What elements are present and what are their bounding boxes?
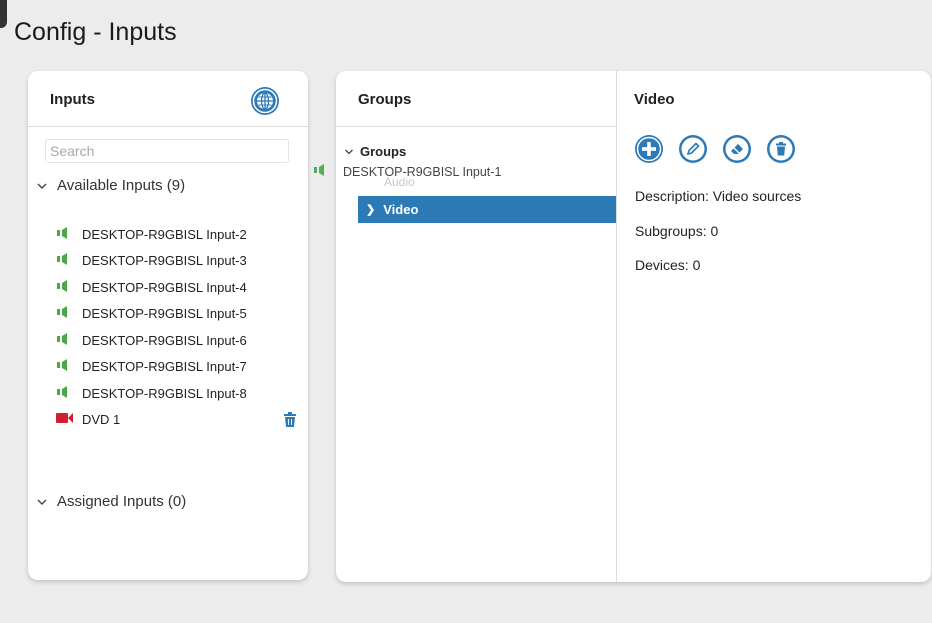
list-item[interactable]: DESKTOP-R9GBISL Input-5: [56, 301, 306, 328]
audio-speaker-icon: [313, 164, 343, 179]
page-title: Config - Inputs: [14, 18, 177, 46]
delete-trash-icon[interactable]: [284, 411, 296, 427]
list-item-label: DVD 1: [82, 412, 121, 428]
audio-speaker-icon: [56, 226, 82, 242]
column-divider: [616, 71, 617, 582]
video-panel-header: Video: [617, 71, 931, 126]
tree-groups-label: Groups: [360, 144, 407, 159]
video-camera-icon: [56, 412, 82, 427]
list-item-label: DESKTOP-R9GBISL Input-6: [82, 332, 247, 348]
audio-speaker-icon: [56, 359, 82, 374]
list-item-label: DESKTOP-R9GBISL Input-4: [82, 279, 247, 295]
list-item[interactable]: DESKTOP-R9GBISL Input-8: [56, 380, 306, 407]
list-item[interactable]: DESKTOP-R9GBISL Input-2: [56, 221, 306, 248]
drag-ghost-item[interactable]: DESKTOP-R9GBISL Input-1: [313, 164, 501, 179]
search-input[interactable]: [45, 139, 289, 163]
add-circle-icon[interactable]: [634, 134, 664, 164]
globe-icon[interactable]: [250, 86, 280, 116]
audio-speaker-icon: [56, 385, 82, 401]
list-item-label: DESKTOP-R9GBISL Input-7: [82, 359, 247, 375]
list-item[interactable]: DESKTOP-R9GBISL Input-7: [56, 354, 306, 381]
groups-video-panel: Groups Video Groups Audio ❯ Video Descri…: [336, 71, 931, 582]
groups-panel-title: Groups: [358, 91, 412, 108]
list-item-label: DESKTOP-R9GBISL Input-2: [82, 226, 247, 242]
groups-panel-header: Groups: [336, 71, 616, 127]
audio-speaker-icon: [56, 253, 82, 268]
list-item[interactable]: DESKTOP-R9GBISL Input-4: [56, 274, 306, 301]
audio-speaker-icon: [56, 332, 82, 348]
audio-speaker-icon: [56, 279, 82, 295]
tree-item-video[interactable]: ❯ Video: [358, 196, 616, 223]
video-subgroups: Subgroups: 0: [635, 223, 719, 239]
video-panel-title: Video: [634, 91, 675, 108]
inputs-panel: Inputs Available Inputs (9) DESKTOP-R9GB: [28, 71, 308, 580]
delete-trash-icon[interactable]: [766, 134, 796, 164]
list-item[interactable]: DVD 1: [56, 407, 306, 434]
list-item-label: DESKTOP-R9GBISL Input-3: [82, 253, 247, 269]
assigned-inputs-label: Assigned Inputs (0): [57, 493, 187, 510]
video-actions: [634, 134, 810, 164]
tree-groups-root[interactable]: Groups: [344, 144, 406, 159]
inputs-panel-title: Inputs: [50, 91, 95, 108]
chevron-down-icon: [36, 496, 48, 508]
assigned-inputs-toggle[interactable]: Assigned Inputs (0): [36, 493, 186, 510]
available-inputs-label: Available Inputs (9): [57, 177, 186, 194]
list-item[interactable]: DESKTOP-R9GBISL Input-3: [56, 248, 306, 275]
audio-speaker-icon: [56, 306, 82, 321]
available-inputs-list: DESKTOP-R9GBISL Input-2 DESKTOP-R9GBISL …: [56, 221, 306, 433]
chevron-down-icon: [36, 180, 48, 192]
edit-pencil-icon[interactable]: [678, 134, 708, 164]
chevron-right-icon: ❯: [366, 204, 376, 216]
video-description: Description: Video sources: [635, 188, 802, 204]
tree-item-video-label: Video: [383, 202, 419, 217]
video-devices: Devices: 0: [635, 257, 701, 273]
chevron-down-icon: [344, 147, 354, 157]
list-item[interactable]: DESKTOP-R9GBISL Input-6: [56, 327, 306, 354]
drag-ghost-label: DESKTOP-R9GBISL Input-1: [343, 164, 502, 179]
corner-mark: [0, 0, 7, 28]
available-inputs-toggle[interactable]: Available Inputs (9): [36, 177, 185, 194]
list-item-label: DESKTOP-R9GBISL Input-5: [82, 306, 247, 322]
list-item-label: DESKTOP-R9GBISL Input-8: [82, 385, 247, 401]
eraser-icon[interactable]: [722, 134, 752, 164]
inputs-panel-header: Inputs: [28, 71, 308, 127]
